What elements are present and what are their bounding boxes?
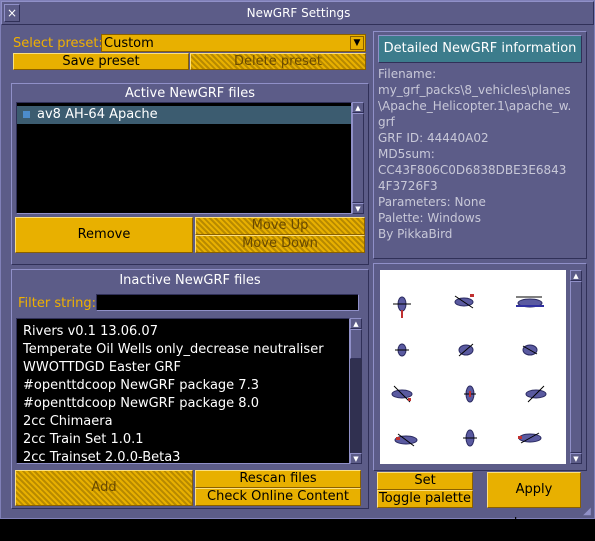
list-item[interactable]: #openttdcoop NewGRF package 8.0 — [17, 395, 259, 413]
toggle-palette-button[interactable]: Toggle palette — [377, 490, 473, 508]
info-line: CC43F806C0D6838DBE3E6843 — [378, 163, 567, 177]
info-line: By PikkaBird — [378, 227, 453, 241]
inactive-files-list[interactable]: Rivers v0.1 13.06.07 Temperate Oil Wells… — [16, 318, 350, 467]
preview-scrollbar[interactable]: ▲ ▼ — [570, 270, 582, 464]
list-item[interactable]: 2cc Train Set 1.0.1 — [17, 431, 144, 449]
scroll-down-arrow-icon[interactable]: ▼ — [350, 453, 362, 464]
filter-string-label: Filter string: — [18, 296, 97, 311]
add-button[interactable]: Add — [15, 470, 193, 506]
preset-dropdown[interactable]: Custom ▼ — [101, 34, 366, 52]
info-line: my_grf_packs\8_vehicles\planes — [378, 83, 571, 97]
info-line: Filename: — [378, 67, 437, 81]
rescan-files-button[interactable]: Rescan files — [195, 470, 361, 488]
active-file-name: av8 AH-64 Apache — [37, 107, 158, 122]
scroll-up-arrow-icon[interactable]: ▲ — [570, 270, 582, 281]
sprite-preview — [380, 270, 566, 464]
active-files-list[interactable]: av8 AH-64 Apache — [16, 102, 352, 214]
set-parameters-button[interactable]: Set parameters — [377, 472, 473, 504]
info-line: 4F3726F3 — [378, 179, 438, 193]
remove-button[interactable]: Remove — [15, 217, 193, 253]
active-files-panel: Active NewGRF files av8 AH-64 Apache ▲ ▼… — [11, 83, 369, 265]
scroll-down-arrow-icon[interactable]: ▼ — [570, 453, 582, 464]
filter-string-input[interactable] — [96, 294, 359, 311]
info-header: Detailed NewGRF information — [378, 35, 582, 63]
scroll-up-arrow-icon[interactable]: ▲ — [352, 102, 364, 113]
info-line: Parameters: None — [378, 195, 486, 209]
move-down-button[interactable]: Move Down — [195, 235, 365, 253]
list-item[interactable]: av8 AH-64 Apache — [17, 106, 351, 124]
inactive-files-panel: Inactive NewGRF files Filter string: Riv… — [11, 269, 369, 509]
info-line: Palette: Windows — [378, 211, 481, 225]
apply-changes-button[interactable]: Apply changes — [487, 472, 581, 531]
title-bar[interactable]: × NewGRF Settings — [1, 1, 594, 25]
active-files-header: Active NewGRF files — [125, 86, 255, 101]
scroll-down-arrow-icon[interactable]: ▼ — [352, 203, 364, 214]
scroll-up-arrow-icon[interactable]: ▲ — [350, 318, 362, 329]
scroll-thumb[interactable] — [350, 329, 362, 359]
check-online-content-button[interactable]: Check Online Content — [195, 488, 361, 506]
delete-preset-button[interactable]: Delete preset — [190, 53, 366, 70]
info-line: \Apache_Helicopter.1\apache_w. — [378, 99, 572, 113]
preset-value: Custom — [104, 36, 154, 51]
scroll-thumb[interactable] — [570, 281, 582, 453]
newgrf-settings-window: × NewGRF Settings Select preset: Custom … — [0, 0, 595, 531]
window-title: NewGRF Settings — [246, 6, 351, 20]
list-item[interactable]: 2cc Trainset 2.0.0-Beta3 — [17, 449, 180, 467]
list-item[interactable]: Rivers v0.1 13.06.07 — [17, 323, 158, 341]
inactive-files-header: Inactive NewGRF files — [119, 273, 261, 288]
helicopter-sprites-icon — [391, 294, 547, 447]
info-panel: Detailed NewGRF information Filename: my… — [373, 31, 587, 259]
chevron-down-icon[interactable]: ▼ — [350, 36, 364, 50]
info-text: Filename: my_grf_packs\8_vehicles\planes… — [378, 66, 584, 242]
preview-panel: ▲ ▼ — [373, 263, 587, 471]
inactive-scrollbar[interactable]: ▲ ▼ — [350, 318, 362, 464]
select-preset-label: Select preset: — [13, 36, 103, 51]
active-scrollbar[interactable]: ▲ ▼ — [352, 102, 364, 214]
resize-grip-icon[interactable]: ◢ — [581, 506, 593, 518]
info-line: GRF ID: 44440A02 — [378, 131, 489, 145]
move-up-button[interactable]: Move Up — [195, 217, 365, 235]
status-icon — [23, 111, 30, 118]
info-line: grf — [378, 115, 395, 129]
scroll-thumb[interactable] — [352, 113, 364, 203]
list-item[interactable]: WWOTTDGD Easter GRF — [17, 359, 181, 377]
list-item[interactable]: #openttdcoop NewGRF package 7.3 — [17, 377, 259, 395]
list-item[interactable]: Temperate Oil Wells only_decrease neutra… — [17, 341, 324, 359]
info-line: MD5sum: — [378, 147, 435, 161]
save-preset-button[interactable]: Save preset — [13, 53, 189, 70]
list-item[interactable]: 2cc Chimaera — [17, 413, 113, 431]
